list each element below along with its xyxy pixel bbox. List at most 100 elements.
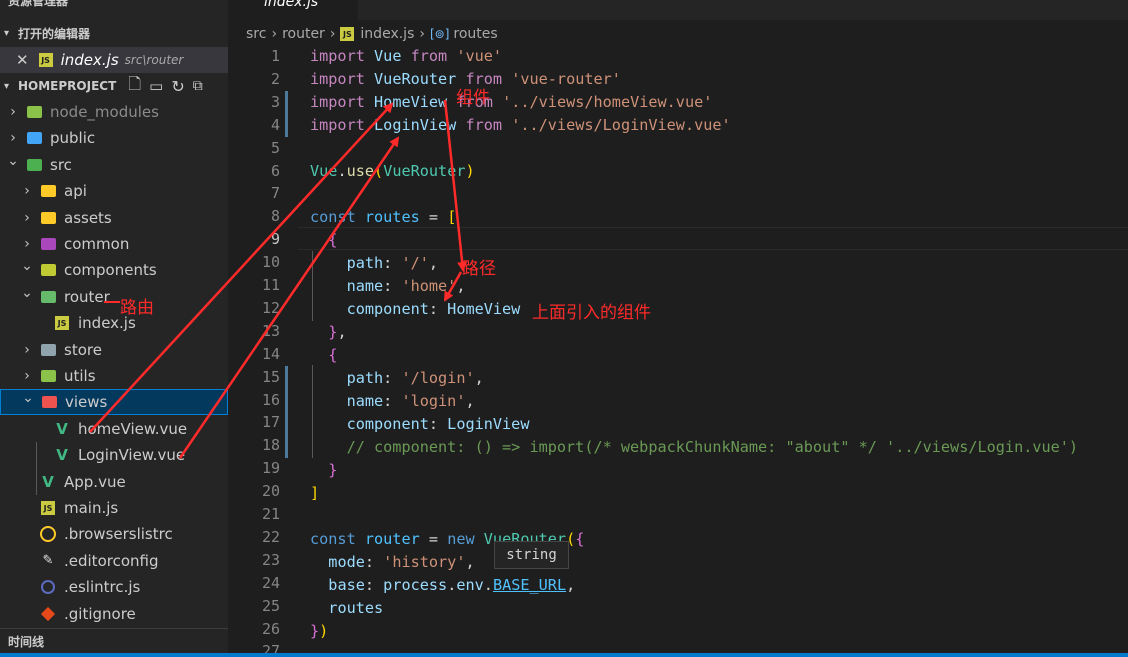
- line-number: 15: [261, 367, 280, 386]
- line-number: 26: [261, 619, 280, 638]
- new-folder-icon[interactable]: ▭: [149, 77, 163, 95]
- code-line-4: import LoginView from '../views/LoginVie…: [310, 116, 731, 134]
- chevron-right-icon: ›: [24, 183, 30, 200]
- js-file-icon: JS: [340, 27, 355, 41]
- tree-item-label: .browserslistrc: [64, 525, 173, 544]
- symbol-variable-icon: [⊚]: [429, 27, 450, 41]
- tree-item-label: router: [64, 287, 110, 306]
- tree-item-label: App.vue: [64, 472, 126, 491]
- folder-icon: [41, 394, 57, 410]
- tree-item[interactable]: .gitignore: [0, 601, 228, 627]
- folder-icon: [26, 104, 42, 120]
- breadcrumb-router[interactable]: router: [282, 26, 325, 42]
- tree-item[interactable]: JS main.js: [0, 495, 228, 521]
- folder-icon: [26, 130, 42, 146]
- chevron-down-icon: ⌄: [21, 258, 33, 275]
- code-line-23: mode: 'history',: [328, 553, 475, 571]
- line-number: 21: [261, 505, 280, 523]
- folder-icon: [26, 157, 42, 173]
- open-editor-item[interactable]: ✕ JS index.js src\router: [0, 47, 228, 73]
- chevron-right-icon: ›: [419, 26, 425, 42]
- tree-item[interactable]: ⌄ views: [0, 389, 228, 416]
- tree-item[interactable]: JS index.js: [0, 310, 228, 336]
- timeline-header[interactable]: 时间线: [0, 628, 228, 653]
- line-number: 3: [270, 92, 280, 111]
- tree-item[interactable]: ⌄ router: [0, 284, 228, 310]
- annotation-route: 路由: [120, 298, 154, 318]
- tree-item[interactable]: › public: [0, 125, 228, 151]
- tree-item-label: src: [50, 155, 72, 174]
- open-editors-header[interactable]: ▾ 打开的编辑器: [0, 21, 228, 45]
- line-number: 20: [261, 482, 280, 501]
- line-number: 18: [261, 436, 280, 455]
- code-line-14: {: [328, 346, 338, 364]
- vue-file-icon: V: [56, 446, 68, 465]
- chevron-down-icon: ⌄: [21, 284, 33, 301]
- folder-icon: [40, 368, 56, 384]
- status-bar: [0, 653, 1128, 657]
- tree-item[interactable]: VhomeView.vue: [0, 416, 228, 442]
- tree-item-label: common: [64, 235, 130, 253]
- explorer-title: 资源管理器: [8, 0, 69, 8]
- tree-item-label: api: [64, 182, 87, 201]
- line-number: 2: [270, 69, 280, 88]
- breadcrumb: src › router › JS index.js › [⊚] routes: [246, 24, 498, 44]
- line-number: 12: [261, 298, 280, 317]
- line-number: 19: [261, 459, 280, 478]
- line-number: 10: [261, 253, 280, 272]
- code-line-20: ]: [310, 484, 320, 502]
- tree-item[interactable]: › store: [0, 337, 228, 363]
- browserslist-icon: [40, 526, 56, 543]
- breadcrumb-symbol[interactable]: routes: [453, 26, 497, 42]
- tree-item[interactable]: .browserslistrc: [0, 521, 228, 547]
- code-line-1: import Vue from 'vue': [310, 47, 503, 65]
- vue-file-icon: V: [42, 472, 54, 491]
- project-header[interactable]: ▾ HOMEPROJECT 🗋 ▭ ↻ ⧉: [0, 74, 228, 98]
- breadcrumb-file[interactable]: index.js: [360, 26, 414, 42]
- tab-strip: index.js: [228, 0, 1128, 20]
- folder-icon: [40, 210, 56, 226]
- tree-item[interactable]: › assets: [0, 205, 228, 231]
- tree-item[interactable]: › node_modules: [0, 99, 228, 125]
- folder-icon: [40, 289, 56, 305]
- tab-index-js[interactable]: index.js: [228, 0, 358, 20]
- code-line-15: path: '/login',: [346, 369, 484, 387]
- tree-item-label: LoginView.vue: [78, 446, 186, 465]
- line-number: 11: [261, 276, 280, 294]
- chevron-right-icon: ›: [24, 209, 30, 226]
- tree-item-label: node_modules: [50, 103, 159, 121]
- line-number: 24: [261, 573, 280, 592]
- code-line-8: const routes = [: [310, 208, 457, 226]
- tree-item[interactable]: V App.vue: [0, 469, 228, 495]
- tree-item[interactable]: ✎ .editorconfig: [0, 548, 228, 574]
- tree-item-label: .gitignore: [64, 604, 136, 623]
- code-line-12: component: HomeView: [346, 300, 521, 318]
- code-line-18: // component: () => import(/* webpackChu…: [346, 438, 1079, 456]
- tree-item[interactable]: › utils: [0, 363, 228, 389]
- annotation-component: 组件: [456, 88, 490, 108]
- explorer-sidebar: 资源管理器 ▾ 打开的编辑器 ✕ JS index.js src\router …: [0, 0, 228, 657]
- code-line-13: },: [328, 323, 347, 341]
- line-number: 9: [270, 230, 280, 249]
- close-icon[interactable]: ✕: [16, 51, 29, 69]
- tree-item[interactable]: › api: [0, 178, 228, 204]
- collapse-all-icon[interactable]: ⧉: [193, 78, 203, 94]
- line-number: 14: [261, 344, 280, 363]
- new-file-icon[interactable]: 🗋: [128, 73, 141, 100]
- line-number: 1: [270, 47, 280, 65]
- line-number: 16: [261, 390, 280, 409]
- tree-item[interactable]: .eslintrc.js: [0, 574, 228, 600]
- tree-item[interactable]: › common: [0, 231, 228, 257]
- chevron-right-icon: ›: [24, 236, 30, 252]
- type-hover-tooltip: string: [494, 541, 569, 569]
- tree-item[interactable]: V LoginView.vue: [0, 442, 228, 468]
- tree-item[interactable]: ⌄ src: [0, 152, 228, 178]
- chevron-down-icon: ▾: [4, 80, 10, 92]
- refresh-icon[interactable]: ↻: [171, 77, 184, 96]
- code-line-3: import HomeView from '../views/homeView.…: [310, 93, 713, 111]
- tree-item[interactable]: ⌄ components: [0, 257, 228, 283]
- chevron-right-icon: ›: [24, 368, 30, 384]
- breadcrumb-src[interactable]: src: [246, 26, 266, 42]
- tree-item-label: main.js: [64, 499, 119, 517]
- code-line-9: {: [328, 231, 338, 249]
